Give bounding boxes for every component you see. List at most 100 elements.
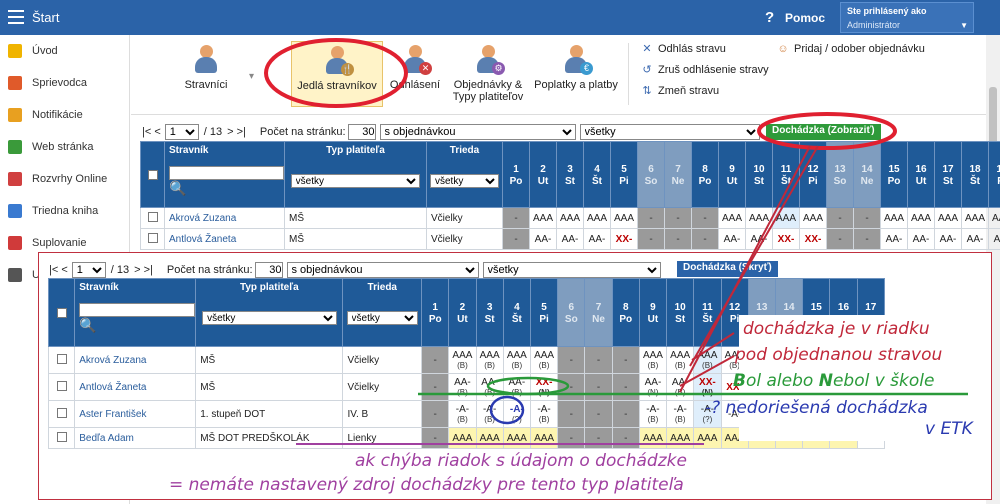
- search-icon[interactable]: 🔍: [79, 317, 195, 334]
- help-link[interactable]: Pomoc: [785, 11, 825, 25]
- odhlaseni-button[interactable]: ✕ Odhlásení: [387, 45, 443, 105]
- row-checkbox[interactable]: [56, 407, 67, 418]
- menu-icon[interactable]: [8, 10, 24, 24]
- meal-cell[interactable]: AA- (B): [448, 373, 477, 401]
- stravnik-filter-input[interactable]: [79, 303, 196, 317]
- meal-cell[interactable]: -A- (B): [475, 400, 504, 428]
- meal-cell[interactable]: AA-: [880, 228, 908, 250]
- meal-cell[interactable]: -: [557, 427, 586, 449]
- trieda-filter-select[interactable]: všetky: [430, 174, 499, 188]
- meal-cell[interactable]: AA-: [556, 228, 584, 250]
- select-all-checkbox[interactable]: [56, 307, 67, 318]
- odhlas-stravu-action[interactable]: ✕ Odhlás stravu: [641, 43, 725, 55]
- meal-cell[interactable]: AAA: [693, 427, 722, 449]
- meal-cell[interactable]: AA-: [988, 228, 1000, 250]
- select-all-checkbox[interactable]: [147, 169, 158, 180]
- meal-cell[interactable]: -: [421, 427, 450, 449]
- typ-filter-select[interactable]: všetky: [290, 174, 421, 188]
- meal-cell[interactable]: AAA (B): [666, 346, 695, 374]
- meal-cell[interactable]: AAA: [772, 207, 800, 229]
- dochadzka-show-button[interactable]: Dochádzka (Zobraziť): [766, 124, 881, 140]
- meal-cell[interactable]: XX-: [610, 228, 638, 250]
- meal-cell[interactable]: -: [664, 207, 692, 229]
- meal-cell[interactable]: XX- (N): [529, 373, 559, 401]
- sidebar-item-sprievodca[interactable]: Sprievodca: [0, 67, 129, 99]
- meal-cell[interactable]: AAA (B): [693, 346, 722, 374]
- meal-cell[interactable]: -: [691, 207, 719, 229]
- scrollbar-thumb[interactable]: [989, 87, 997, 147]
- sort-select[interactable]: s objednávkou: [379, 124, 576, 140]
- filter-select[interactable]: všetky: [482, 262, 661, 278]
- meal-cell[interactable]: AAA: [718, 207, 746, 229]
- page-select[interactable]: 1: [71, 262, 106, 278]
- meal-cell[interactable]: AAA: [961, 207, 989, 229]
- search-icon[interactable]: 🔍: [169, 180, 284, 197]
- meal-cell[interactable]: AA- (B): [475, 373, 504, 401]
- meal-cell[interactable]: AAA: [666, 427, 695, 449]
- page-select[interactable]: 1: [164, 124, 199, 140]
- meal-cell[interactable]: AAA: [934, 207, 962, 229]
- meal-cell[interactable]: AAA: [988, 207, 1000, 229]
- meal-cell[interactable]: AA-: [718, 228, 746, 250]
- meal-cell[interactable]: -A- (?): [502, 400, 531, 428]
- meal-cell[interactable]: AAA: [907, 207, 935, 229]
- meal-cell[interactable]: -: [584, 373, 613, 401]
- meal-cell[interactable]: XX-: [772, 228, 800, 250]
- meal-cell[interactable]: -: [826, 207, 854, 229]
- meal-cell[interactable]: AA- (B): [502, 373, 531, 401]
- meal-cell[interactable]: -: [584, 400, 613, 428]
- row-checkbox[interactable]: [56, 353, 67, 364]
- meal-cell[interactable]: -A- (B): [448, 400, 477, 428]
- meal-cell[interactable]: AA-: [907, 228, 935, 250]
- meal-cell[interactable]: -: [611, 373, 640, 401]
- meal-cell[interactable]: -: [826, 228, 854, 250]
- meal-cell[interactable]: -: [502, 207, 530, 229]
- stravnik-filter-input[interactable]: [169, 166, 284, 180]
- first-prev-button[interactable]: |< <: [49, 264, 68, 276]
- row-checkbox[interactable]: [147, 211, 158, 222]
- meal-cell[interactable]: -A- (B): [529, 400, 559, 428]
- meal-cell[interactable]: -: [853, 228, 881, 250]
- meal-cell[interactable]: AAA (B): [529, 346, 559, 374]
- zrus-odhlasenie-action[interactable]: ↺ Zruš odhlásenie stravy: [641, 64, 768, 76]
- meal-cell[interactable]: -: [584, 346, 613, 374]
- sidebar-item-notifikacie[interactable]: Notifikácie: [0, 99, 129, 131]
- pridaj-objednavku-action[interactable]: ☺ Pridaj / odober objednávku: [777, 43, 925, 55]
- meal-cell[interactable]: AAA: [638, 427, 668, 449]
- meal-cell[interactable]: AA-: [583, 228, 611, 250]
- meal-cell[interactable]: AAA: [583, 207, 611, 229]
- stravnik-name-link[interactable]: Aster František: [74, 400, 197, 428]
- meal-cell[interactable]: -: [421, 373, 450, 401]
- meal-cell[interactable]: AA-: [961, 228, 989, 250]
- zmen-stravu-action[interactable]: ⇅ Zmeň stravu: [641, 85, 719, 97]
- objednavky-button[interactable]: ⚙ Objednávky & Typy platiteľov: [447, 45, 529, 111]
- meal-cell[interactable]: -: [637, 228, 665, 250]
- meal-cell[interactable]: AA-: [745, 228, 773, 250]
- meal-cell[interactable]: AA-: [934, 228, 962, 250]
- meal-cell[interactable]: -: [557, 346, 586, 374]
- per-page-input[interactable]: [347, 124, 376, 140]
- sidebar-item-triedna-kniha[interactable]: Triedna kniha: [0, 195, 129, 227]
- meal-cell[interactable]: AAA: [529, 207, 557, 229]
- stravnik-name-link[interactable]: Akrová Zuzana: [74, 346, 197, 374]
- meal-cell[interactable]: XX-: [799, 228, 827, 250]
- meal-cell[interactable]: AA- (B): [666, 373, 695, 401]
- meal-cell[interactable]: AAA (B): [638, 346, 668, 374]
- meal-cell[interactable]: AAA: [502, 427, 531, 449]
- meal-cell[interactable]: -: [557, 373, 586, 401]
- meal-cell[interactable]: AA-: [529, 228, 557, 250]
- meal-cell[interactable]: AAA (B): [502, 346, 531, 374]
- meal-cell[interactable]: AAA: [529, 427, 559, 449]
- meal-cell[interactable]: AAA: [556, 207, 584, 229]
- meal-cell[interactable]: -: [421, 400, 450, 428]
- meal-cell[interactable]: AAA: [610, 207, 638, 229]
- meal-cell[interactable]: AAA (B): [475, 346, 504, 374]
- stravnik-name-link[interactable]: Antlová Žaneta: [164, 228, 285, 250]
- stravnik-name-link[interactable]: Bedľa Adam: [74, 427, 197, 449]
- meal-cell[interactable]: -: [502, 228, 530, 250]
- user-menu[interactable]: Ste prihlásený ako Administrátor ▼: [840, 2, 974, 33]
- row-checkbox[interactable]: [147, 232, 158, 243]
- meal-cell[interactable]: AAA: [745, 207, 773, 229]
- meal-cell[interactable]: -: [557, 400, 586, 428]
- meal-cell[interactable]: -A- (B): [638, 400, 668, 428]
